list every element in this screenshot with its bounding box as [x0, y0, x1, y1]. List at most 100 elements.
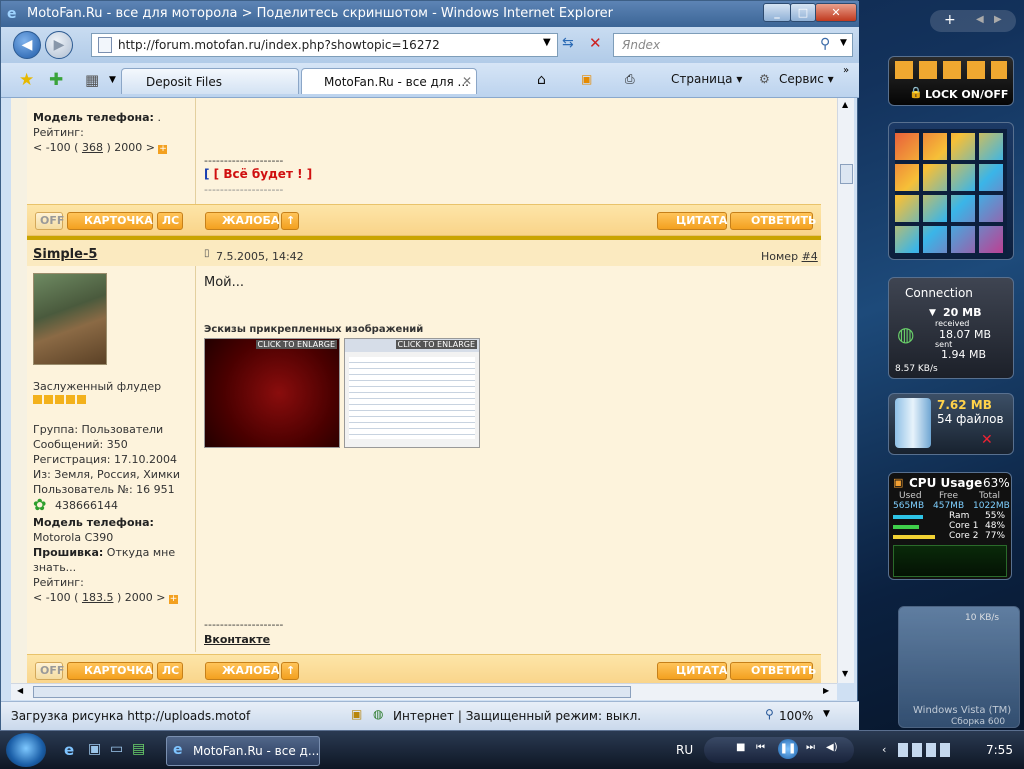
quick-tabs-icon[interactable]: ▦ [85, 71, 99, 89]
attachment-thumb-2[interactable]: CLICK TO ENLARGE [344, 338, 480, 448]
app-icons-grid[interactable] [895, 129, 1007, 253]
search-input[interactable]: Яndex [622, 38, 660, 52]
new-tab-button[interactable] [479, 68, 501, 94]
next-gadget-icon[interactable]: ▶ [994, 14, 1002, 25]
rating-value-link[interactable]: 368 [82, 141, 103, 154]
search-icon[interactable]: ⚲ [820, 36, 830, 52]
maximize-button[interactable]: □ [790, 3, 816, 22]
search-field[interactable]: Яndex ⚲ ▼ [613, 33, 853, 57]
clock[interactable]: 7:55 [986, 743, 1013, 757]
tab-list-chevron-icon[interactable]: ▼ [109, 75, 116, 85]
gear-icon[interactable]: ⚙ [759, 72, 770, 86]
total-value: 1022MB [973, 501, 1010, 511]
close-button[interactable]: ✕ [815, 3, 857, 22]
scroll-left-icon[interactable]: ◀ [17, 686, 23, 695]
prev-gadget-icon[interactable]: ◀ [976, 14, 984, 25]
forward-button[interactable]: ▶ [45, 31, 73, 59]
rating-plus-icon[interactable]: + [158, 145, 168, 154]
page-menu[interactable]: Страница ▾ [671, 72, 742, 86]
quicklaunch-terminal-icon[interactable]: ▤ [132, 741, 145, 757]
recycle-bin-gadget[interactable]: 7.62 MB 54 файлов ✕ [888, 393, 1014, 455]
rating-value-link[interactable]: 183.5 [82, 591, 114, 604]
quicklaunch-ie-icon[interactable]: e [64, 741, 74, 759]
chevron-down-icon[interactable]: ▼ [840, 38, 847, 48]
taskbar-item-label: MotoFan.Ru - все д... [193, 744, 320, 758]
tray-chevron-icon[interactable]: ‹ [882, 743, 886, 756]
total-header: Total [979, 491, 1001, 501]
back-button[interactable]: ◀ [13, 31, 41, 59]
language-indicator[interactable]: RU [676, 743, 693, 757]
taskbar-item-ie[interactable]: e MotoFan.Ru - все д... [166, 736, 320, 766]
prev-track-icon[interactable]: ⏮ [756, 742, 765, 753]
scroll-right-icon[interactable]: ▶ [823, 686, 829, 695]
scroll-down-icon[interactable]: ▼ [842, 669, 848, 678]
security-lock-icon[interactable]: ▣ [351, 707, 362, 721]
reply-button[interactable]: ОТВЕТИТЬ [730, 662, 816, 680]
attachment-thumb-1[interactable]: CLICK TO ENLARGE [204, 338, 340, 448]
scroll-up-icon[interactable]: ▲ [842, 100, 848, 109]
empty-bin-icon[interactable]: ✕ [981, 432, 993, 448]
complaint-button[interactable]: ЖАЛОБА [205, 212, 279, 230]
vkontakte-link[interactable]: Вконтакте [204, 633, 270, 646]
off-button[interactable]: OFF [35, 212, 64, 230]
quicklaunch-desktop-icon[interactable]: ▭ [110, 741, 123, 757]
up-arrow-button[interactable]: ↑ [281, 212, 299, 230]
tab-motofan[interactable]: MotoFan.Ru - все для ... ✕ [301, 68, 477, 94]
media-player-controls[interactable]: ■ ⏮ ❚❚ ⏭ ◀) [704, 737, 854, 763]
add-gadget-icon[interactable]: + [944, 12, 956, 28]
post-actions-bar: OFF КАРТОЧКА ЛС ЖАЛОБА ↑ ЦИТАТА ОТВЕТИТЬ [27, 204, 821, 236]
quicklaunch-explorer-icon[interactable]: ▣ [88, 741, 101, 757]
page-menu-label: Страница [671, 72, 733, 86]
pm-button[interactable]: ЛС [157, 212, 183, 230]
quote-button[interactable]: ЦИТАТА [657, 212, 727, 230]
zoom-icon[interactable]: ⚲ [765, 707, 774, 721]
zoom-level[interactable]: 100% [779, 709, 813, 723]
address-field[interactable]: http://forum.motofan.ru/index.php?showto… [91, 33, 558, 57]
pm-button[interactable]: ЛС [157, 662, 183, 680]
signature-text: [ [ Всё будет ! ] [204, 167, 313, 181]
chevron-down-icon[interactable]: ▼ [543, 37, 551, 48]
minimize-button[interactable]: _ [763, 3, 791, 22]
scroll-thumb[interactable] [33, 686, 631, 698]
signature-red-text: [ Всё будет ! ] [213, 167, 313, 181]
complaint-button[interactable]: ЖАЛОБА [205, 662, 279, 680]
post-number-link[interactable]: #4 [802, 250, 818, 263]
cpu-title: CPU Usage [909, 476, 983, 490]
favorites-star-icon[interactable]: ★ [19, 70, 34, 90]
next-track-icon[interactable]: ⏭ [806, 742, 815, 753]
card-button[interactable]: КАРТОЧКА [67, 212, 153, 230]
scroll-thumb[interactable] [840, 164, 853, 184]
horizontal-scrollbar[interactable]: ◀ ▶ [11, 683, 837, 700]
rss-feed-icon[interactable]: ▣ [581, 72, 592, 86]
lock-gadget[interactable]: 🔒 LOCK ON/OFF [888, 56, 1014, 106]
volume-icon[interactable]: ◀) [826, 742, 838, 753]
service-menu[interactable]: Сервис ▾ [779, 72, 834, 86]
stop-icon[interactable]: ✕ [589, 34, 602, 52]
post-divider [195, 266, 196, 652]
author-name-link[interactable]: Simple-5 [33, 247, 97, 262]
zoom-chevron-icon[interactable]: ▼ [823, 709, 830, 719]
tab-close-icon[interactable]: ✕ [462, 74, 472, 88]
quote-button[interactable]: ЦИТАТА [657, 662, 727, 680]
vertical-scrollbar[interactable]: ▲ ▼ [837, 98, 854, 683]
tab-label: Deposit Files [146, 75, 223, 89]
refresh-icon[interactable]: ⇆ [562, 35, 574, 51]
card-button[interactable]: КАРТОЧКА [67, 662, 153, 680]
rating-plus-icon[interactable]: + [168, 595, 178, 604]
firmware-row: Прошивка: Откуда мне [33, 546, 175, 559]
start-button[interactable] [6, 733, 46, 767]
home-icon[interactable]: ⌂ [537, 72, 546, 88]
rating-label: Рейтинг: [33, 576, 84, 589]
tab-deposit-files[interactable]: Deposit Files [121, 68, 299, 94]
stop-media-icon[interactable]: ■ [736, 742, 745, 753]
speed-value: 8.57 KB/s [895, 364, 938, 374]
up-arrow-button[interactable]: ↑ [281, 662, 299, 680]
icq-flower-icon[interactable]: ✿ [33, 495, 46, 514]
print-icon[interactable]: ⎙ [625, 72, 635, 87]
off-button[interactable]: OFF [35, 662, 64, 680]
pause-icon[interactable]: ❚❚ [778, 739, 798, 759]
reply-button[interactable]: ОТВЕТИТЬ [730, 212, 816, 230]
system-tray-icons[interactable] [898, 743, 950, 757]
chevron-more-icon[interactable]: » [843, 65, 849, 76]
add-favorite-icon[interactable]: ✚ [49, 70, 63, 90]
